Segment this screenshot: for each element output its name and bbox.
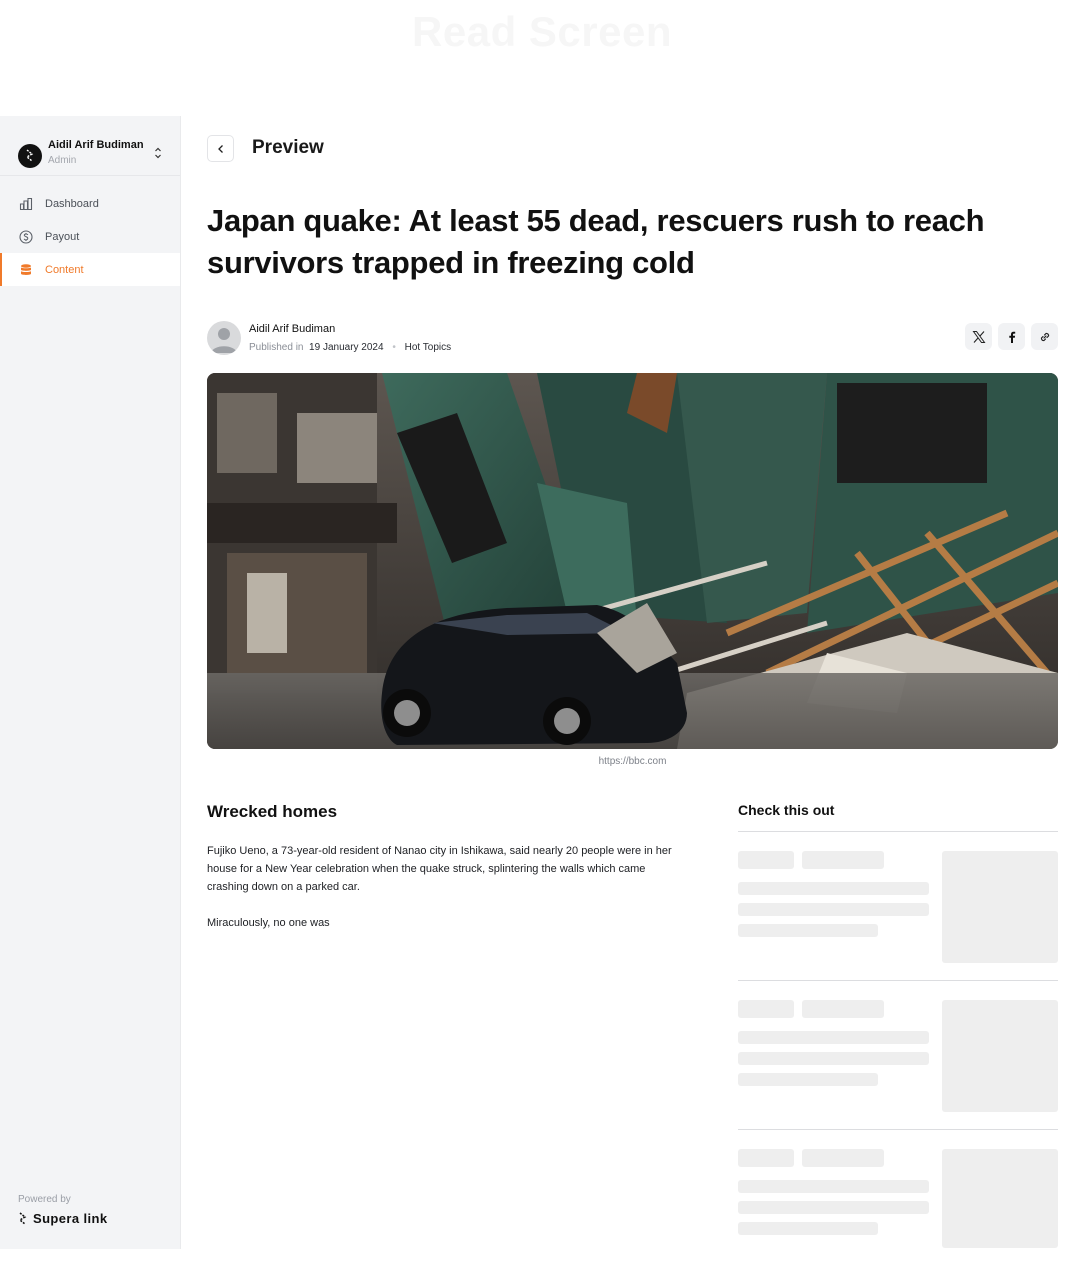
skeleton-line [738,1201,929,1214]
sidebar-item-dashboard[interactable]: Dashboard [0,187,180,220]
skeleton-tag [738,1000,794,1018]
author-name: Aidil Arif Budiman [249,323,336,335]
brand-logo[interactable]: Supera link [18,1211,107,1226]
chart-bar-icon [19,197,33,210]
person-icon [211,328,237,353]
sidebar-item-label: Content [45,263,84,276]
recommendation-card-skeleton[interactable] [738,1130,1058,1250]
brand-name: Supera link [33,1211,108,1226]
sidebar-item-label: Payout [45,230,80,243]
user-name: Aidil Arif Budiman [48,138,144,151]
skeleton-tag [738,851,794,869]
skeleton-tag [802,1000,884,1018]
back-button[interactable] [207,135,234,162]
article-paragraph: Fujiko Ueno, a 73-year-old resident of N… [207,845,672,893]
facebook-icon [1008,331,1015,343]
publish-info: Published in 19 January 2024 • Hot Topic… [249,342,451,353]
skeleton-thumbnail [942,851,1058,963]
database-icon [21,263,31,275]
link-icon [1040,332,1049,341]
recommendations-panel: Check this out [738,802,1058,1250]
article-image [207,373,1058,749]
skeleton-line [738,1073,878,1086]
skeleton-line [738,1052,929,1065]
skeleton-thumbnail [942,1149,1058,1248]
skeleton-thumbnail [942,1000,1058,1112]
skeleton-line [738,882,929,895]
skeleton-line [738,1031,929,1044]
article-meta: Aidil Arif Budiman Published in 19 Janua… [207,320,1058,356]
app-window: Aidil Arif Budiman Admin Dashboard Payou… [0,116,1084,1249]
share-x-button[interactable] [965,323,992,350]
supera-logo-icon [18,1211,27,1225]
copy-link-button[interactable] [1031,323,1058,350]
user-role: Admin [48,154,77,166]
powered-by: Powered by Supera link [18,1194,107,1226]
article-headline: Japan quake: At least 55 dead, rescuers … [207,203,985,280]
dollar-circle-icon [19,229,33,244]
separator-dot: • [392,342,396,353]
chevron-up-down-icon [155,147,161,158]
skeleton-tag [802,851,884,869]
page-title: Preview [252,137,324,158]
chevron-left-icon [217,144,223,153]
sidebar-nav: Dashboard Payout Content [0,187,180,286]
skeleton-tag [802,1149,884,1167]
skeleton-line [738,1180,929,1193]
skeleton-tag [738,1149,794,1167]
recommendation-card-skeleton[interactable] [738,981,1058,1130]
skeleton-line [738,903,929,916]
recommendation-card-skeleton[interactable] [738,832,1058,981]
sidebar: Aidil Arif Budiman Admin Dashboard Payou… [0,116,181,1249]
recommendations-title: Check this out [738,802,1058,832]
sidebar-item-payout[interactable]: Payout [0,220,180,253]
share-facebook-button[interactable] [998,323,1025,350]
powered-by-label: Powered by [18,1194,71,1205]
earthquake-photo [207,373,1058,749]
user-avatar [18,143,42,168]
image-caption: https://bbc.com [598,756,667,767]
article-paragraph: Miraculously, no one was [207,917,330,929]
canvas-title: Read Screen [412,8,672,55]
publish-date: 19 January 2024 [309,342,384,353]
x-icon [972,330,985,343]
published-label: Published in [249,342,304,353]
main-content: Preview Japan quake: At least 55 dead, r… [181,116,1084,1249]
article-body: Fujiko Ueno, a 73-year-old resident of N… [207,842,687,950]
supera-logo-icon [25,148,34,162]
user-switcher[interactable]: Aidil Arif Budiman Admin [0,116,180,176]
category-link[interactable]: Hot Topics [405,342,452,353]
share-buttons [959,323,1058,350]
skeleton-line [738,1222,878,1235]
skeleton-line [738,924,878,937]
author-avatar [207,321,241,355]
section-heading: Wrecked homes [207,802,338,821]
sidebar-item-label: Dashboard [45,197,99,210]
sidebar-item-content[interactable]: Content [0,253,180,286]
